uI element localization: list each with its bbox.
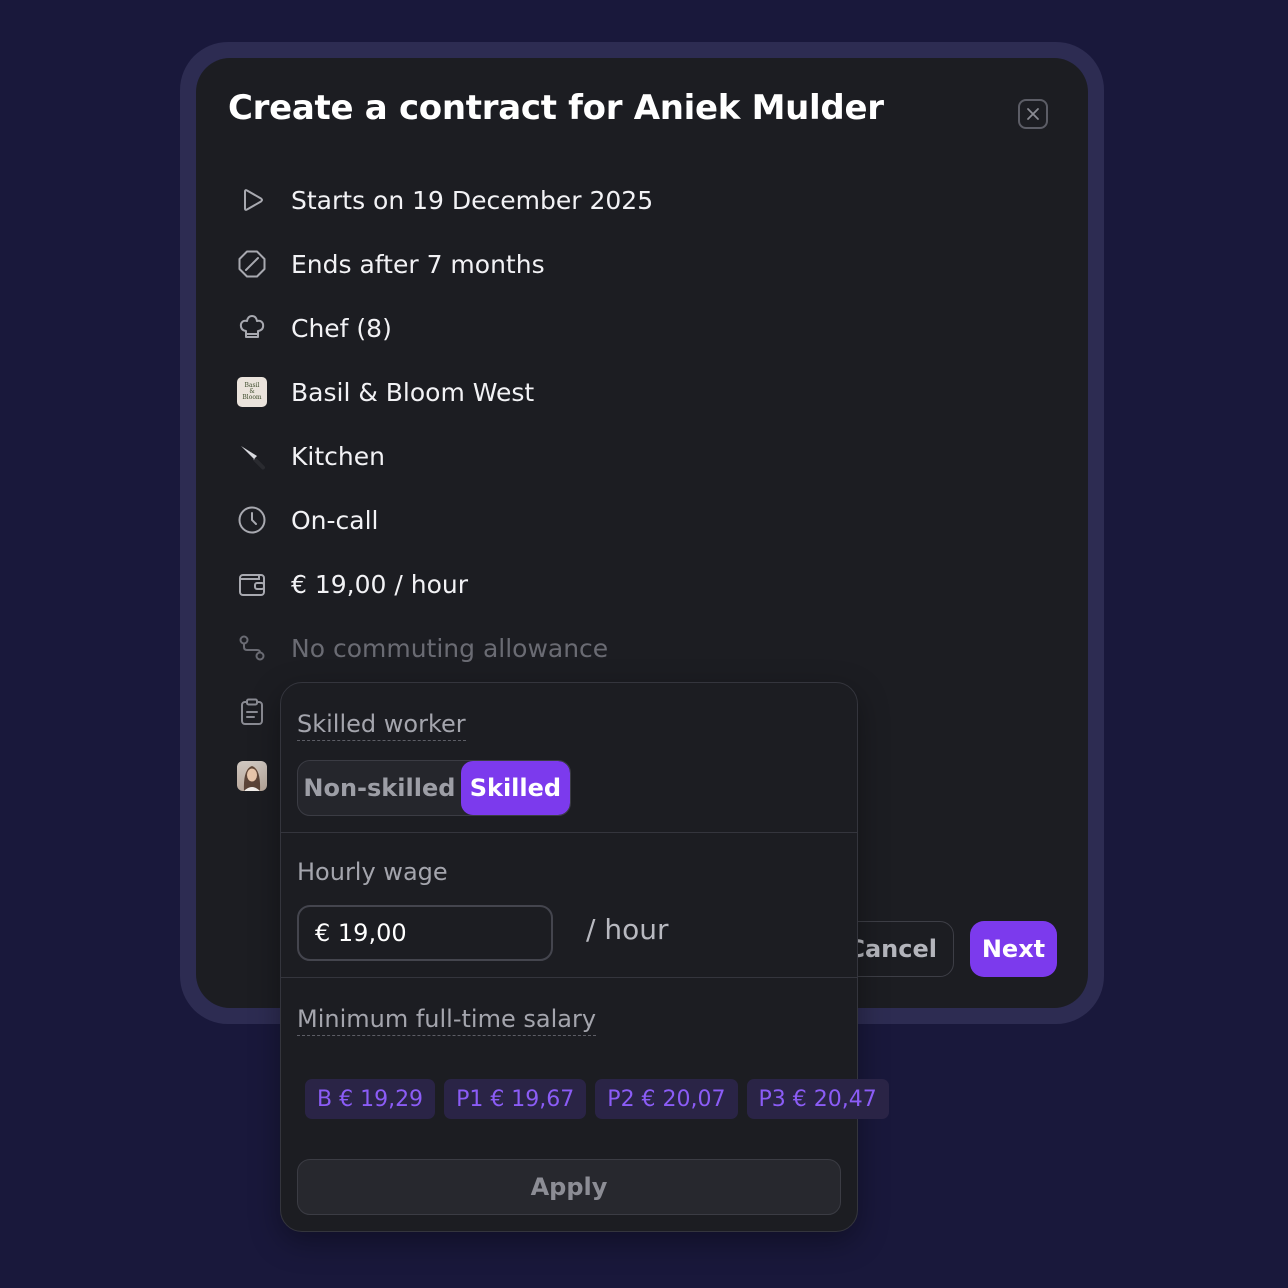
clock-icon: [236, 504, 268, 536]
salary-scale-chips: B € 19,29 P1 € 19,67 P2 € 20,07 P3 € 20,…: [305, 1079, 889, 1119]
row-department[interactable]: Kitchen: [236, 436, 936, 476]
hourly-wage-input[interactable]: [297, 905, 553, 961]
divider: [281, 832, 857, 833]
skilled-worker-label[interactable]: Skilled worker: [297, 710, 466, 741]
chip-p1[interactable]: P1 € 19,67: [444, 1079, 587, 1119]
row-end[interactable]: Ends after 7 months: [236, 244, 936, 284]
close-icon: [1027, 108, 1039, 120]
close-button[interactable]: [1018, 99, 1048, 129]
skill-segmented-control: Non-skilled Skilled: [297, 760, 571, 816]
skilled-option[interactable]: Skilled: [460, 761, 570, 815]
chip-b[interactable]: B € 19,29: [305, 1079, 436, 1119]
play-icon: [236, 184, 268, 216]
route-icon: [236, 632, 268, 664]
hourly-wage-label: Hourly wage: [297, 858, 448, 886]
row-commuting[interactable]: No commuting allowance: [236, 628, 936, 668]
knife-icon: [236, 440, 268, 472]
avatar: [237, 761, 267, 791]
apply-button[interactable]: Apply: [297, 1159, 841, 1215]
per-hour-label: / hour: [586, 913, 669, 946]
wage-text: € 19,00 / hour: [291, 569, 469, 599]
chip-p2[interactable]: P2 € 20,07: [595, 1079, 738, 1119]
role-text: Chef (8): [291, 313, 392, 343]
divider: [281, 977, 857, 978]
chip-p3[interactable]: P3 € 20,47: [746, 1079, 889, 1119]
next-button[interactable]: Next: [970, 921, 1057, 977]
wallet-icon: [236, 568, 268, 600]
commuting-text: No commuting allowance: [291, 633, 609, 663]
location-text: Basil & Bloom West: [291, 377, 535, 407]
chef-hat-icon: [236, 312, 268, 344]
ban-icon: [236, 248, 268, 280]
department-text: Kitchen: [291, 441, 385, 471]
non-skilled-option[interactable]: Non-skilled: [298, 761, 461, 815]
contract-type-text: On-call: [291, 505, 379, 535]
minimum-salary-label[interactable]: Minimum full-time salary: [297, 1005, 597, 1036]
restaurant-logo-icon: Basil & Bloom: [237, 377, 267, 407]
wage-popover: Skilled worker Non-skilled Skilled Hourl…: [280, 682, 889, 1232]
row-start-date[interactable]: Starts on 19 December 2025: [236, 180, 936, 220]
end-text: Ends after 7 months: [291, 249, 545, 279]
row-contract-type[interactable]: On-call: [236, 500, 936, 540]
row-wage[interactable]: € 19,00 / hour: [236, 564, 936, 604]
clipboard-icon: [236, 696, 268, 728]
row-role[interactable]: Chef (8): [236, 308, 936, 348]
start-date-text: Starts on 19 December 2025: [291, 185, 654, 215]
row-location[interactable]: Basil & Bloom Basil & Bloom West: [236, 372, 936, 412]
modal-title: Create a contract for Aniek Mulder: [228, 88, 884, 128]
